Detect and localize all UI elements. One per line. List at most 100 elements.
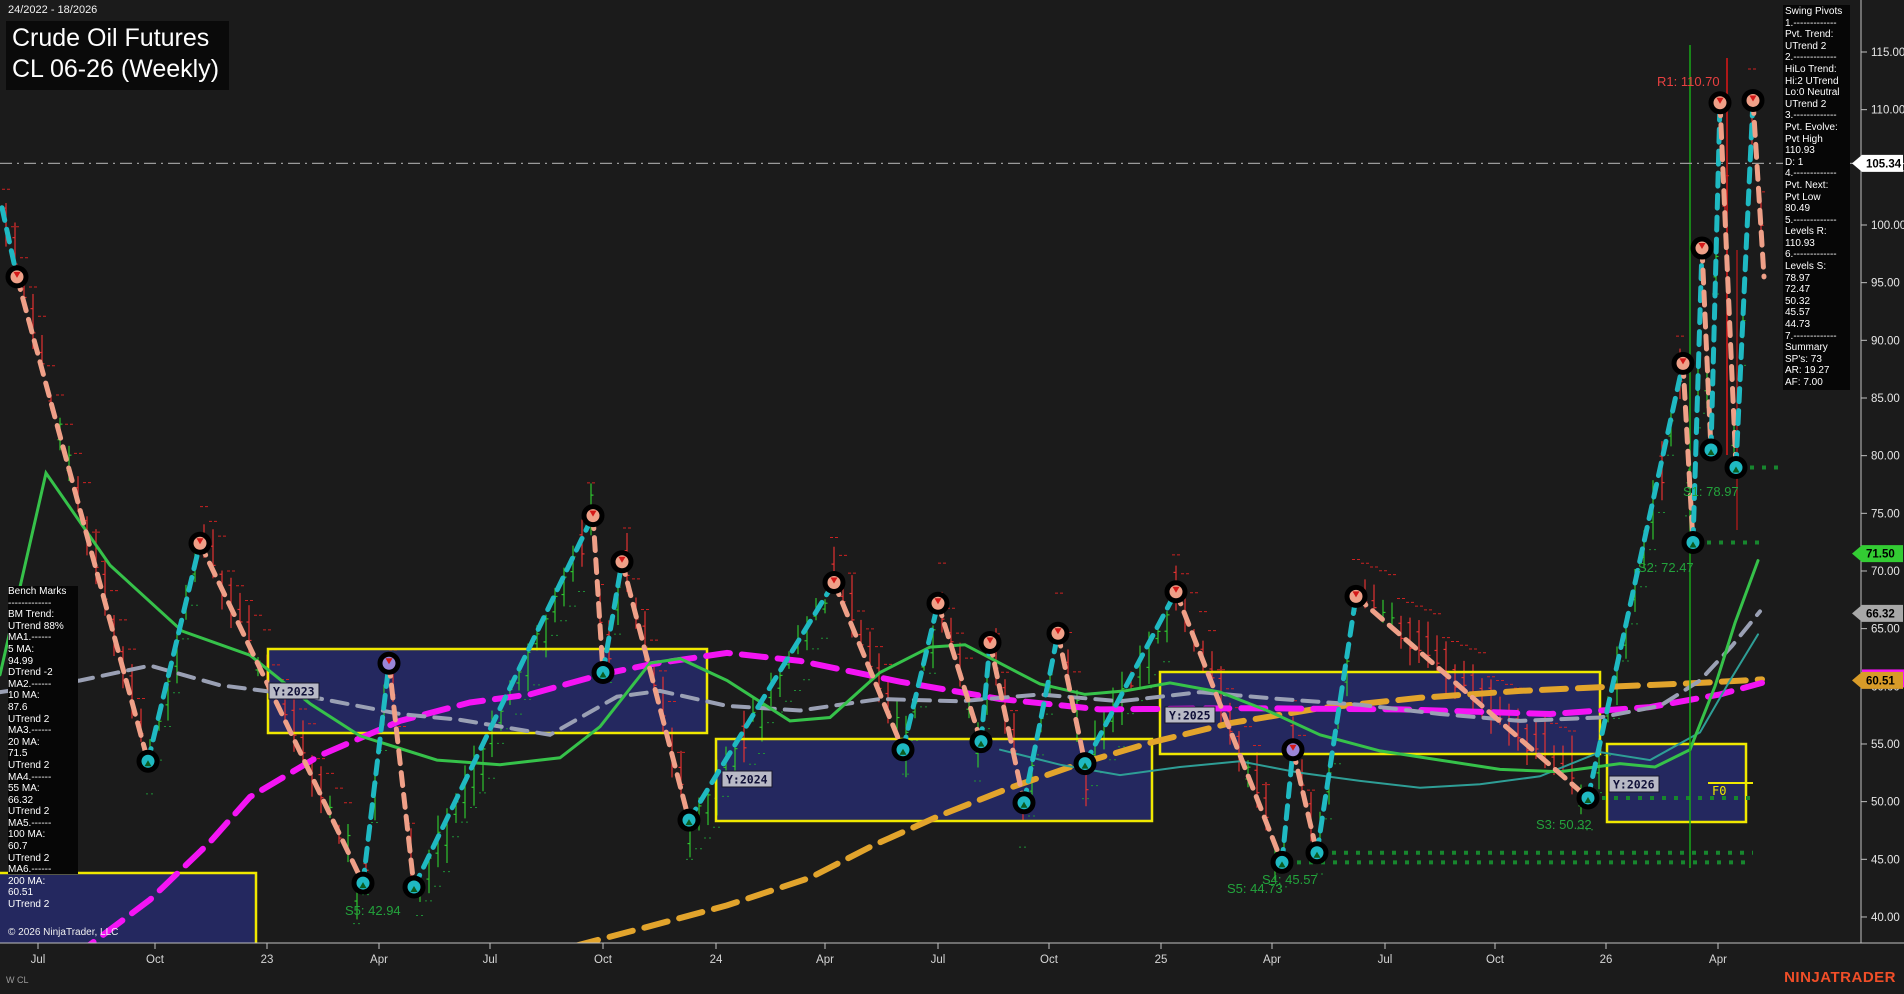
pivot-level-label: S3: 50.32	[1536, 817, 1592, 832]
panel-line: 71.5	[8, 748, 78, 760]
price-tick-label: 70.00	[1871, 566, 1900, 578]
swing-pivots-panel: Swing Pivots1.-------------Pvt. Trend:UT…	[1783, 5, 1850, 390]
time-tick-label: Apr	[1263, 954, 1281, 966]
time-tick-label: Apr	[370, 954, 388, 966]
price-tick-label: 65.00	[1871, 624, 1900, 636]
panel-line: 3.-------------	[1785, 110, 1848, 122]
copyright-label: © 2026 NinjaTrader, LLC	[8, 927, 118, 938]
price-tick-label: 80.00	[1871, 451, 1900, 463]
pivot-level-label: S2: 72.47	[1638, 560, 1694, 575]
panel-line: MA2.------	[8, 679, 78, 691]
panel-line: 4.-------------	[1785, 168, 1848, 180]
ninjatrader-chart-window: S5: 42.94S5: 44.73S4: 45.57S3: 50.32S2: …	[0, 0, 1904, 994]
panel-line: 80.49	[1785, 203, 1848, 215]
panel-line: 60.51	[8, 887, 78, 899]
panel-line: Pvt. Trend:	[1785, 29, 1848, 41]
year-label: Y:2025	[1169, 709, 1211, 723]
chart-canvas[interactable]: S5: 42.94S5: 44.73S4: 45.57S3: 50.32S2: …	[0, 0, 1904, 994]
time-tick-label: Oct	[594, 954, 613, 966]
panel-line: BM Trend:	[8, 609, 78, 621]
panel-line: -------------	[8, 598, 78, 610]
time-tick-label: Jul	[1378, 954, 1393, 966]
pivot-level-label: R1: 110.70	[1657, 74, 1720, 89]
panel-line: 50.32	[1785, 296, 1848, 308]
panel-line: MA5.------	[8, 818, 78, 830]
instrument-tag: W CL	[6, 975, 29, 985]
panel-line: 100 MA:	[8, 829, 78, 841]
panel-line: DTrend -2	[8, 667, 78, 679]
time-tick-label: Apr	[816, 954, 834, 966]
price-chip-label: 71.50	[1866, 549, 1895, 561]
panel-line: 2.-------------	[1785, 52, 1848, 64]
panel-line: UTrend 2	[1785, 99, 1848, 111]
panel-line: 110.93	[1785, 238, 1848, 250]
panel-line: 5 MA:	[8, 644, 78, 656]
price-tick-label: 45.00	[1871, 854, 1900, 866]
panel-line: Hi:2 UTrend	[1785, 76, 1848, 88]
panel-line: Pvt. Evolve:	[1785, 122, 1848, 134]
ninjatrader-logo: NINJATRADER	[1784, 969, 1896, 986]
panel-line: 94.99	[8, 656, 78, 668]
price-tick-label: 95.00	[1871, 278, 1900, 290]
panel-line: 5.-------------	[1785, 215, 1848, 227]
chart-title-block: Crude Oil Futures CL 06-26 (Weekly)	[6, 21, 229, 90]
pivot-level-label: S5: 42.94	[345, 903, 401, 918]
price-tick-label: 50.00	[1871, 797, 1900, 809]
panel-line: Pvt High	[1785, 134, 1848, 146]
panel-line: Pvt Low	[1785, 192, 1848, 204]
panel-line: 45.57	[1785, 307, 1848, 319]
bench-marks-panel: Bench Marks-------------BM Trend:UTrend …	[8, 586, 78, 911]
panel-line: 55 MA:	[8, 783, 78, 795]
panel-line: 110.93	[1785, 145, 1848, 157]
time-tick-label: Oct	[1486, 954, 1505, 966]
time-tick-label: Jul	[483, 954, 498, 966]
panel-line: UTrend 2	[8, 714, 78, 726]
panel-line: MA6.------	[8, 864, 78, 876]
panel-line: SP's: 73	[1785, 354, 1848, 366]
panel-line: 20 MA:	[8, 737, 78, 749]
price-tick-label: 115.00	[1871, 47, 1904, 59]
panel-line: 60.7	[8, 841, 78, 853]
panel-line: HiLo Trend:	[1785, 64, 1848, 76]
panel-line: UTrend 88%	[8, 621, 78, 633]
panel-line: MA1.------	[8, 632, 78, 644]
time-tick-label: Oct	[1040, 954, 1059, 966]
year-label: Y:2023	[273, 685, 315, 699]
price-tick-label: 40.00	[1871, 912, 1900, 924]
time-tick-label: 26	[1600, 954, 1613, 966]
panel-line: 1.-------------	[1785, 18, 1848, 30]
panel-line: UTrend 2	[1785, 41, 1848, 53]
panel-line: 10 MA:	[8, 690, 78, 702]
panel-line: MA3.------	[8, 725, 78, 737]
panel-line: UTrend 2	[8, 853, 78, 865]
panel-line: 87.6	[8, 702, 78, 714]
f0-label: F0	[1712, 784, 1726, 798]
panel-line: 72.47	[1785, 284, 1848, 296]
panel-line: Pvt. Next:	[1785, 180, 1848, 192]
plot-area[interactable]: S5: 42.94S5: 44.73S4: 45.57S3: 50.32S2: …	[0, 0, 1904, 994]
panel-line: Bench Marks	[8, 586, 78, 598]
time-tick-label: Oct	[146, 954, 165, 966]
panel-line: Levels S:	[1785, 261, 1848, 273]
time-tick-label: Jul	[31, 954, 46, 966]
time-tick-label: 24	[710, 954, 723, 966]
panel-line: MA4.------	[8, 772, 78, 784]
time-tick-label: Jul	[931, 954, 946, 966]
year-label: Y:2026	[1613, 778, 1655, 792]
panel-line: Levels R:	[1785, 226, 1848, 238]
price-tick-label: 90.00	[1871, 335, 1900, 347]
panel-line: Summary	[1785, 342, 1848, 354]
panel-line: AF: 7.00	[1785, 377, 1848, 389]
pivot-level-label: S4: 45.57	[1262, 872, 1318, 887]
panel-line: 200 MA:	[8, 876, 78, 888]
panel-line: Swing Pivots	[1785, 6, 1848, 18]
price-chip-label: 105.34	[1866, 158, 1902, 170]
panel-line: 7.-------------	[1785, 331, 1848, 343]
price-tick-label: 55.00	[1871, 739, 1900, 751]
time-tick-label: 23	[261, 954, 274, 966]
time-axis[interactable]: Jul Oct 23 Apr Jul Oct 24 Apr Jul Oct 25 Apr Jul Oct 2…	[0, 943, 1904, 966]
price-chip-label: 60.51	[1866, 675, 1895, 687]
instrument-title: Crude Oil Futures	[12, 23, 219, 54]
panel-line: Lo:0 Neutral	[1785, 87, 1848, 99]
time-tick-label: 25	[1155, 954, 1168, 966]
